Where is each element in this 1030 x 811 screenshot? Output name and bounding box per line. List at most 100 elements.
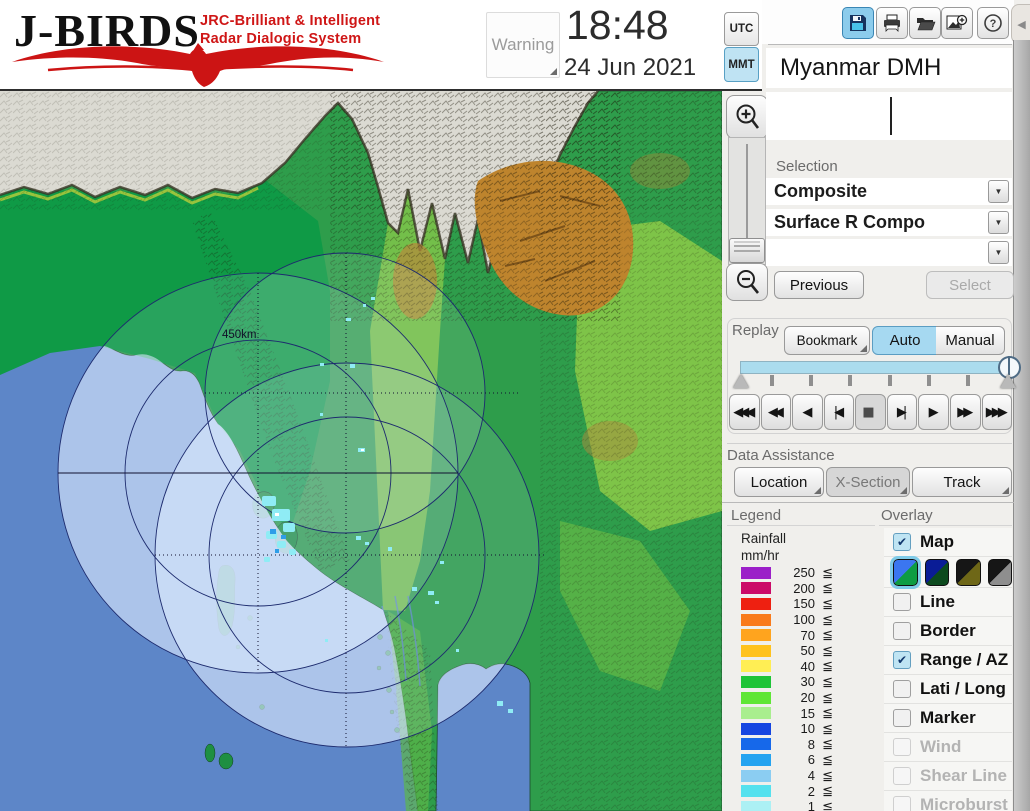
shear-line-label: Shear Line: [920, 766, 1007, 785]
line-checkbox[interactable]: [893, 593, 911, 611]
bookmark-button[interactable]: Bookmark: [784, 326, 870, 355]
legend-row: 6 ≦: [741, 752, 845, 768]
legend-color-swatch: [741, 738, 771, 751]
legend-color-swatch: [741, 753, 771, 766]
overlay-row-microburst: Microburst: [884, 791, 1012, 811]
printer-icon: [884, 14, 900, 32]
xsection-button[interactable]: X-Section: [826, 467, 910, 497]
legend-lte-symbol: ≦: [822, 689, 833, 705]
lati-long-label: Lati / Long: [920, 679, 1006, 698]
step-forward-button[interactable]: ▶|: [886, 394, 918, 430]
border-checkbox[interactable]: [893, 622, 911, 640]
timezone-mmt-button[interactable]: MMT: [724, 47, 759, 82]
station-name: Myanmar DMH: [780, 54, 942, 81]
print-button[interactable]: [876, 7, 908, 39]
forward-fastest-button[interactable]: ▶▶▶: [981, 394, 1013, 430]
legend-value: 20: [800, 690, 815, 706]
legend-row: 50 ≦: [741, 643, 845, 659]
question-mark-icon: ?: [984, 14, 1002, 32]
panel-scrollbar[interactable]: [1013, 40, 1030, 811]
track-label: Track: [943, 473, 981, 491]
replay-section-label: Replay: [730, 322, 781, 339]
overlay-row-border: Border: [884, 617, 1012, 646]
forward-fast-button[interactable]: ▶▶: [949, 394, 981, 430]
save-button[interactable]: [842, 7, 874, 39]
map-style-navy-darkgreen[interactable]: [924, 558, 949, 586]
radar-map-canvas[interactable]: 450km: [0, 91, 722, 811]
timezone-utc-button[interactable]: UTC: [724, 12, 759, 46]
divider: [727, 525, 875, 526]
legend-row: 20 ≦: [741, 690, 845, 706]
combo-value: Surface R Compo: [774, 212, 926, 232]
corner-menu-icon: [900, 487, 907, 494]
legend-color-swatch: [741, 660, 771, 673]
map-checkbox[interactable]: ✔: [893, 533, 911, 551]
play-reverse-button[interactable]: ◀: [792, 394, 823, 430]
legend-lte-symbol: ≦: [822, 705, 833, 721]
legend-value: 1: [807, 799, 815, 811]
composite-combo[interactable]: Composite ▼: [766, 178, 1012, 205]
location-button[interactable]: Location: [734, 467, 824, 497]
chevron-down-icon[interactable]: ▼: [988, 211, 1009, 234]
replay-auto-button[interactable]: Auto: [872, 326, 938, 355]
legend-lte-symbol: ≦: [822, 736, 833, 752]
slider-end-marker[interactable]: [1000, 374, 1016, 388]
map-zoom-out-button[interactable]: [726, 263, 768, 301]
open-button[interactable]: [909, 7, 941, 39]
location-label: Location: [750, 473, 808, 491]
range-az-checkbox[interactable]: ✔: [893, 651, 911, 669]
play-reverse-button-icon: ◀: [802, 404, 812, 420]
legend-color-swatch: [741, 800, 771, 811]
marker-checkbox[interactable]: [893, 709, 911, 727]
option-combo[interactable]: ▼: [766, 239, 1012, 266]
help-button[interactable]: ?: [977, 7, 1009, 39]
legend-row: 70 ≦: [741, 627, 845, 643]
legend-value: 50: [800, 643, 815, 659]
stop-button[interactable]: ■: [855, 394, 886, 430]
rewind-fastest-button[interactable]: ◀◀◀: [729, 394, 760, 430]
previous-label: Previous: [789, 276, 849, 294]
map-style-black-olive[interactable]: [956, 558, 981, 586]
corner-menu-icon: [1002, 487, 1009, 494]
select-button[interactable]: Select: [926, 271, 1014, 299]
svg-text:?: ?: [990, 18, 997, 30]
replay-manual-button[interactable]: Manual: [936, 326, 1005, 355]
play-button[interactable]: ▶: [918, 394, 949, 430]
warning-button[interactable]: Warning: [486, 12, 560, 78]
map-style-black-gray[interactable]: [987, 558, 1012, 586]
legend-color-swatch: [741, 629, 771, 642]
map-zoom-slider-thumb[interactable]: [729, 238, 765, 263]
overlay-section-label: Overlay: [881, 507, 933, 524]
replay-timeline-slider[interactable]: [740, 361, 1008, 374]
legend-lte-symbol: ≦: [822, 658, 833, 674]
legend-scale: 250 ≦ 200 ≦ 150 ≦ 100 ≦ 70 ≦ 50 ≦ 40 ≦ 30 ≦ 20 ≦ 15 ≦ 10 ≦ 8 ≦ 6…: [741, 565, 845, 811]
previous-button[interactable]: Previous: [774, 271, 864, 299]
track-button[interactable]: Track: [912, 467, 1012, 497]
divider: [727, 443, 1012, 444]
map-style-blue-green[interactable]: [890, 555, 921, 589]
lati-long-checkbox[interactable]: [893, 680, 911, 698]
message-box[interactable]: [766, 92, 1012, 140]
legend-unit-line1: Rainfall: [741, 531, 787, 546]
legend-value: 200: [793, 580, 815, 596]
chevron-down-icon[interactable]: ▼: [988, 241, 1009, 264]
step-back-button[interactable]: |◀: [823, 394, 855, 430]
slider-start-marker[interactable]: [733, 374, 749, 388]
product-combo[interactable]: Surface R Compo ▼: [766, 209, 1012, 236]
left-arrow-icon: ◀: [1017, 18, 1026, 31]
rewind-fastest-button-icon: ◀◀◀: [733, 404, 755, 420]
wind-label: Wind: [920, 737, 962, 756]
legend-row: 200 ≦: [741, 580, 845, 597]
legend-color-swatch: [741, 582, 771, 595]
overlay-row-lati-long: Lati / Long: [884, 675, 1012, 704]
legend-lte-symbol: ≦: [822, 611, 833, 627]
map-zoom-in-button[interactable]: [726, 95, 768, 139]
chevron-down-icon[interactable]: ▼: [988, 180, 1009, 203]
playback-controls: ◀◀◀ ◀◀ ◀ |◀ ■ ▶| ▶ ▶▶ ▶▶▶: [729, 394, 1013, 430]
export-image-button[interactable]: [941, 7, 973, 39]
stop-button-icon: ■: [862, 404, 875, 420]
legend-value: 10: [800, 721, 815, 737]
legend-unit-line2: mm/hr: [741, 548, 780, 563]
rewind-fast-button[interactable]: ◀◀: [760, 394, 792, 430]
panel-collapse-handle[interactable]: ◀: [1011, 4, 1030, 44]
